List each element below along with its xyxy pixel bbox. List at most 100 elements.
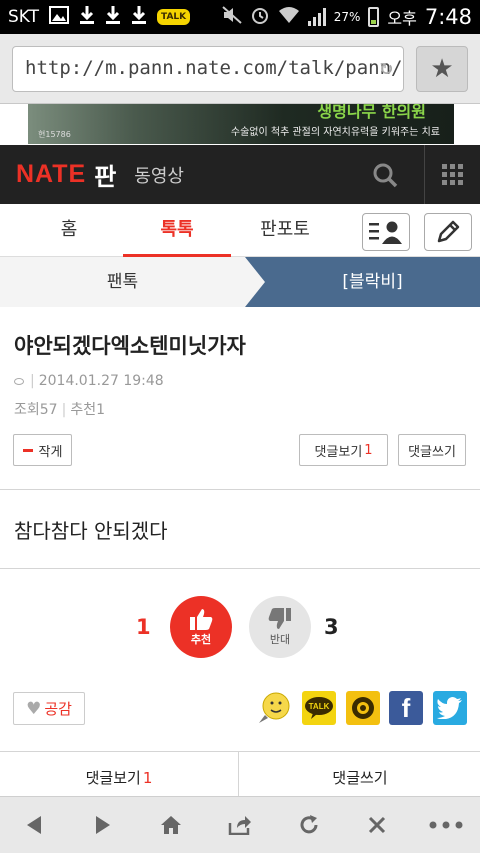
share-icon xyxy=(228,816,252,835)
signal-icon xyxy=(307,8,326,26)
thumbs-up-icon xyxy=(190,609,213,630)
share-button[interactable] xyxy=(206,797,275,853)
star-icon: ★ xyxy=(430,54,454,84)
upvote-label: 추천 xyxy=(190,633,212,646)
user-list-icon xyxy=(369,221,402,244)
downvote-button[interactable]: 반대 xyxy=(249,596,311,658)
bookmark-button[interactable]: ★ xyxy=(416,46,468,92)
empathy-label: 공감 xyxy=(44,700,72,718)
menu-button[interactable] xyxy=(424,145,480,204)
post-body: 참다참다 안되겠다 xyxy=(14,519,168,543)
alarm-icon xyxy=(250,5,270,29)
back-icon xyxy=(27,816,42,834)
tab-pann-photo[interactable]: 판포토 xyxy=(231,204,339,257)
downvote-count: 3 xyxy=(324,615,339,639)
battery-icon xyxy=(368,7,380,27)
font-smaller-label: 작게 xyxy=(38,444,63,460)
kakaotalk-notification-icon: TALK xyxy=(157,9,191,25)
kakaostory-icon xyxy=(352,697,374,719)
reload-button[interactable] xyxy=(274,797,343,853)
recommend-count: 1 xyxy=(96,402,105,418)
post-title: 야안되겠다엑소텐미닛가자 xyxy=(14,334,246,358)
video-link[interactable]: 동영상 xyxy=(134,162,184,188)
write-comment-label: 댓글쓰기 xyxy=(408,444,456,460)
share-kakaotalk-button[interactable]: TALK xyxy=(302,691,336,725)
home-icon xyxy=(161,816,182,834)
views-label: 조회 xyxy=(14,402,40,418)
comment-count: 1 xyxy=(364,442,373,458)
tab-home[interactable]: 홈 xyxy=(15,204,123,257)
comment-bar: 댓글보기 1 댓글쓰기 xyxy=(0,751,480,802)
kakaotalk-icon: TALK xyxy=(305,697,333,719)
divider xyxy=(0,489,480,490)
facebook-icon: f xyxy=(401,692,411,723)
sub-tabs: 팬톡 [블락비] xyxy=(0,257,480,307)
back-button[interactable] xyxy=(0,797,69,853)
share-kakaostory-button[interactable] xyxy=(346,691,380,725)
views-count: 57 xyxy=(39,402,58,418)
status-bar: SKT TALK 27% 오후 7:48 xyxy=(0,0,480,34)
emoticon-icon xyxy=(259,692,290,723)
pencil-icon xyxy=(437,220,460,243)
my-page-button[interactable] xyxy=(362,213,410,251)
grid-menu-icon xyxy=(441,163,463,185)
share-emoticon-button[interactable] xyxy=(257,691,291,725)
subtab-block-b[interactable]: [블락비] xyxy=(265,257,480,307)
close-button[interactable] xyxy=(343,797,412,853)
image-icon xyxy=(49,6,70,28)
share-twitter-button[interactable] xyxy=(433,691,467,725)
upvote-button[interactable]: 추천 xyxy=(170,596,232,658)
home-button[interactable] xyxy=(137,797,206,853)
kakaotalk-label: TALK xyxy=(309,702,330,711)
separator: | xyxy=(30,373,35,389)
browser-nav-bar xyxy=(0,796,480,853)
view-comments-button[interactable]: 댓글보기 1 xyxy=(299,434,388,466)
share-facebook-button[interactable]: f xyxy=(389,691,423,725)
write-comment-button[interactable]: 댓글쓰기 xyxy=(398,434,466,466)
download-icon xyxy=(79,5,95,29)
author-icon xyxy=(14,378,24,385)
more-icon xyxy=(429,821,463,829)
write-button[interactable] xyxy=(424,213,472,251)
downvote-label: 반대 xyxy=(269,633,291,646)
time-period: 오후 xyxy=(387,9,417,28)
post-date: 2014.01.27 19:48 xyxy=(38,373,164,389)
search-button[interactable] xyxy=(360,145,410,204)
carrier-label: SKT xyxy=(8,7,40,27)
site-header: NATE 판 동영상 xyxy=(0,145,480,204)
post-meta: | 2014.01.27 19:48 xyxy=(14,373,164,389)
url-field[interactable]: http://m.pann.nate.com/talk/pann/3 ↻ xyxy=(12,46,404,92)
view-comments-label: 댓글보기 xyxy=(85,769,141,787)
minus-icon xyxy=(22,448,33,452)
divider xyxy=(0,568,480,569)
thumbs-down-icon xyxy=(268,608,291,629)
more-button[interactable] xyxy=(411,797,480,853)
download-icon xyxy=(131,5,147,29)
heart-icon: ♥ xyxy=(26,698,42,719)
font-smaller-button[interactable]: 작게 xyxy=(13,434,72,466)
refresh-icon[interactable]: ↻ xyxy=(380,55,393,80)
ad-banner[interactable]: 생명나무 한의원 현15786 수술없이 척추 관절의 자연치유력을 키워주는 … xyxy=(28,104,454,144)
ad-text: 수술없이 척추 관절의 자연치유력을 키워주는 치료 xyxy=(230,127,440,138)
empathy-button[interactable]: ♥ 공감 xyxy=(13,692,85,725)
subtab-fan-talk[interactable]: 팬톡 xyxy=(0,257,265,307)
view-comments-tab[interactable]: 댓글보기 1 xyxy=(0,752,239,802)
write-comment-tab[interactable]: 댓글쓰기 xyxy=(240,752,480,802)
forward-icon xyxy=(95,816,110,834)
nate-logo[interactable]: NATE xyxy=(16,160,86,189)
ad-title: 생명나무 한의원 xyxy=(317,104,426,121)
forward-button[interactable] xyxy=(69,797,138,853)
close-icon xyxy=(369,816,386,834)
browser-toolbar: http://m.pann.nate.com/talk/pann/3 ↻ ★ xyxy=(0,34,480,104)
recommend-label: 추천 xyxy=(70,402,97,418)
clock-time: 7:48 xyxy=(424,5,472,29)
download-icon xyxy=(105,5,121,29)
battery-percent: 27% xyxy=(333,10,361,24)
search-icon xyxy=(373,163,398,187)
tab-talk[interactable]: 톡톡 xyxy=(123,204,231,257)
ad-code: 현15786 xyxy=(38,130,71,139)
comment-count: 1 xyxy=(142,769,153,787)
main-tabs: 홈 톡톡 판포토 xyxy=(0,204,480,257)
url-text: http://m.pann.nate.com/talk/pann/3 xyxy=(25,57,404,79)
pann-logo[interactable]: 판 xyxy=(94,157,116,192)
